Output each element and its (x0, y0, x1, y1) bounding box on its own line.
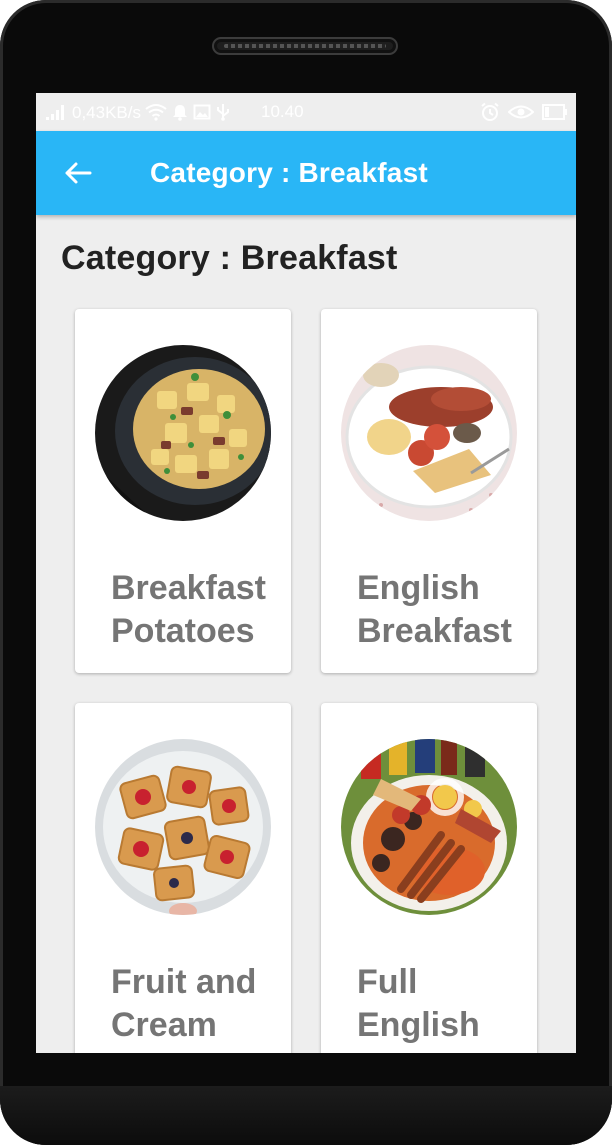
battery-icon (542, 104, 567, 120)
meal-card[interactable]: Full English Breakfast (321, 703, 537, 1053)
phone-bottom-bezel (0, 1086, 612, 1145)
screen: 0,43KB/s 10.40 Category: Breakfast Cate… (36, 93, 576, 1053)
network-speed: 0,43KB/s (72, 102, 141, 122)
arrow-left-icon (65, 162, 92, 184)
status-time: 10.40 (261, 102, 304, 121)
meal-thumbnail (95, 739, 271, 915)
alarm-icon (481, 102, 499, 121)
phone-speaker (212, 37, 398, 55)
meal-card[interactable]: Breakfast Potatoes (75, 309, 291, 673)
meal-card[interactable]: English Breakfast (321, 309, 537, 673)
full-english-breakfast-photo (341, 739, 517, 915)
meal-name: English Breakfast (357, 569, 512, 650)
meal-name: Full English Breakfast (357, 963, 512, 1053)
eye-icon (508, 105, 534, 119)
meal-card[interactable]: Fruit and Cream Cheese (75, 703, 291, 1053)
bell-icon (173, 105, 187, 121)
meal-thumbnail (341, 345, 517, 521)
phone-frame: 0,43KB/s 10.40 Category: Breakfast Cate… (0, 0, 612, 1145)
page-title: Category : Breakfast (61, 239, 398, 277)
app-bar: Category : Breakfast (36, 131, 576, 215)
english-breakfast-photo (341, 345, 517, 521)
image-icon (193, 104, 211, 120)
breakfast-potatoes-photo (95, 345, 271, 521)
usb-icon (217, 104, 229, 121)
fruit-cream-pastry-photo (95, 739, 271, 915)
meal-name: Breakfast Potatoes (111, 569, 266, 650)
back-button[interactable] (54, 149, 102, 197)
signal-icon (46, 105, 64, 120)
meal-thumbnail (95, 345, 271, 521)
meal-thumbnail (341, 739, 517, 915)
status-bar: 0,43KB/s 10.40 (36, 93, 576, 131)
app-bar-title: Category : Breakfast (150, 157, 428, 188)
wifi-icon (145, 104, 167, 121)
meal-name: Fruit and Cream Cheese (111, 963, 257, 1053)
